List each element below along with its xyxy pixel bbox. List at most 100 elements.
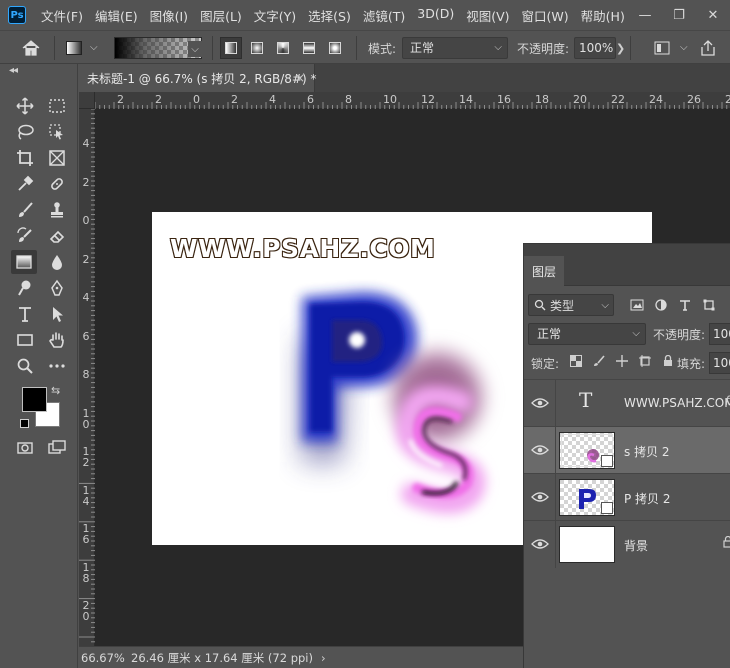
object-selection-tool-icon[interactable]	[44, 120, 70, 144]
crop-tool-icon[interactable]	[12, 146, 38, 170]
hand-tool-icon[interactable]	[44, 328, 70, 352]
home-icon[interactable]	[20, 38, 44, 58]
history-brush-tool-icon[interactable]	[12, 224, 38, 248]
zoom-level-field[interactable]: 66.67%	[81, 651, 125, 665]
radial-gradient-button[interactable]	[246, 37, 268, 59]
close-tab-icon[interactable]: ×	[295, 71, 305, 85]
linear-gradient-button[interactable]	[220, 37, 242, 59]
layer-row-text[interactable]: T WWW.PSAHZ.COM f	[524, 379, 730, 427]
blend-mode-select[interactable]: 正常 ⌵	[528, 323, 646, 345]
angle-gradient-button[interactable]	[272, 37, 294, 59]
screen-mode-icon[interactable]	[44, 436, 70, 460]
ruler-origin[interactable]	[79, 92, 95, 109]
gradient-picker[interactable]: ⌵	[114, 37, 202, 59]
menu-type[interactable]: 文字(Y)	[248, 6, 302, 25]
opacity-input[interactable]: 100%	[574, 37, 616, 59]
chevron-down-icon: ⌵	[494, 42, 502, 53]
layer-name[interactable]: WWW.PSAHZ.COM	[624, 396, 730, 410]
filter-shape-icon[interactable]	[700, 296, 718, 314]
layer-filter-select[interactable]: 类型 ⌵	[528, 294, 614, 316]
menu-window[interactable]: 窗口(W)	[516, 6, 575, 25]
layer-row-background[interactable]: 背景	[524, 520, 730, 568]
layer-row-p-copy-2[interactable]: P 拷贝 2	[524, 473, 730, 521]
marquee-tool-icon[interactable]	[44, 94, 70, 118]
brush-tool-icon[interactable]	[12, 198, 38, 222]
visibility-eye-icon[interactable]	[531, 394, 549, 412]
visibility-eye-icon[interactable]	[531, 441, 549, 459]
path-selection-tool-icon[interactable]	[44, 302, 70, 326]
collapse-double-chevron-icon[interactable]: ◂◂	[9, 65, 18, 76]
vertical-ruler[interactable]: 4 2 0 2 4 6 8 1 0 1 2 1 4 1 6 1 8 2 0	[79, 109, 95, 646]
frame-tool-icon[interactable]	[44, 146, 70, 170]
chevron-down-icon[interactable]: ⌵	[680, 42, 688, 53]
lock-position-icon[interactable]	[614, 352, 630, 370]
layer-thumbnail[interactable]	[559, 479, 615, 516]
clone-stamp-tool-icon[interactable]	[44, 198, 70, 222]
blur-tool-icon[interactable]	[44, 250, 70, 274]
menu-view[interactable]: 视图(V)	[460, 6, 515, 25]
lock-artboard-icon[interactable]	[637, 352, 653, 370]
chevron-right-icon[interactable]: ›	[321, 651, 326, 665]
swap-colors-icon[interactable]: ⇆	[51, 384, 60, 397]
menu-3d[interactable]: 3D(D)	[411, 6, 460, 25]
menu-file[interactable]: 文件(F)	[35, 6, 89, 25]
menu-help[interactable]: 帮助(H)	[575, 6, 631, 25]
menu-select[interactable]: 选择(S)	[302, 6, 357, 25]
mode-select[interactable]: 正常 ⌵	[402, 37, 508, 59]
healing-brush-tool-icon[interactable]	[44, 172, 70, 196]
reflected-gradient-button[interactable]	[298, 37, 320, 59]
filter-adjustment-icon[interactable]	[652, 296, 670, 314]
chevron-down-icon[interactable]: ⌵	[90, 42, 98, 53]
tab-layers[interactable]: 图层	[524, 256, 564, 287]
lock-transparent-icon[interactable]	[568, 352, 584, 370]
gradient-tool-preset-icon[interactable]	[66, 41, 82, 55]
diamond-gradient-button[interactable]	[324, 37, 346, 59]
pen-tool-icon[interactable]	[44, 276, 70, 300]
layer-thumbnail[interactable]	[559, 432, 615, 469]
menu-edit[interactable]: 编辑(E)	[89, 6, 144, 25]
share-icon[interactable]	[700, 39, 716, 60]
gradient-tool-icon[interactable]	[11, 250, 37, 274]
filter-type-icon[interactable]	[676, 296, 694, 314]
visibility-eye-icon[interactable]	[531, 488, 549, 506]
layer-lock-icon[interactable]	[723, 535, 730, 551]
chevron-right-icon[interactable]: ❯	[616, 42, 625, 55]
dodge-tool-icon[interactable]	[12, 276, 38, 300]
panel-header[interactable]	[524, 244, 730, 256]
layer-name[interactable]: s 拷贝 2	[624, 443, 670, 460]
lock-all-icon[interactable]	[660, 352, 676, 370]
layer-name[interactable]: 背景	[624, 537, 648, 554]
chevron-down-icon[interactable]: ⌵	[188, 41, 202, 57]
chevron-down-icon: ⌵	[632, 328, 640, 339]
visibility-eye-icon[interactable]	[531, 535, 549, 553]
more-tools-icon[interactable]	[44, 354, 70, 378]
document-info[interactable]: 26.46 厘米 x 17.64 厘米 (72 ppi)	[131, 650, 313, 666]
eraser-tool-icon[interactable]	[44, 224, 70, 248]
rectangle-tool-icon[interactable]	[12, 328, 38, 352]
close-window-button[interactable]: ✕	[696, 0, 730, 30]
zoom-tool-icon[interactable]	[12, 354, 38, 378]
filter-pixel-icon[interactable]	[628, 296, 646, 314]
layer-name[interactable]: P 拷贝 2	[624, 490, 671, 507]
minimize-button[interactable]: —	[628, 0, 662, 30]
type-tool-icon[interactable]	[12, 302, 38, 326]
settings-panel-icon[interactable]	[654, 41, 670, 58]
foreground-color-swatch[interactable]	[22, 387, 47, 412]
layer-opacity-input[interactable]: 100	[709, 323, 730, 345]
document-tab[interactable]: 未标题-1 @ 66.7% (s 拷贝 2, RGB/8#) * ×	[79, 64, 316, 92]
move-tool-icon[interactable]	[12, 94, 38, 118]
menu-image[interactable]: 图像(I)	[144, 6, 194, 25]
default-colors-icon[interactable]	[20, 419, 29, 428]
layer-effects-icon[interactable]: f	[725, 394, 729, 408]
lasso-tool-icon[interactable]	[12, 120, 38, 144]
layer-thumbnail[interactable]	[559, 526, 615, 563]
eyedropper-tool-icon[interactable]	[12, 172, 38, 196]
fill-input[interactable]: 100	[709, 352, 730, 374]
menu-filter[interactable]: 滤镜(T)	[357, 6, 411, 25]
quick-mask-icon[interactable]	[12, 436, 38, 460]
layer-row-s-copy-2[interactable]: s 拷贝 2	[524, 426, 730, 474]
lock-pixels-icon[interactable]	[591, 352, 607, 370]
menu-layer[interactable]: 图层(L)	[194, 6, 248, 25]
restore-button[interactable]: ❐	[662, 0, 696, 30]
horizontal-ruler[interactable]: 220246810121416182022242628	[95, 92, 730, 109]
